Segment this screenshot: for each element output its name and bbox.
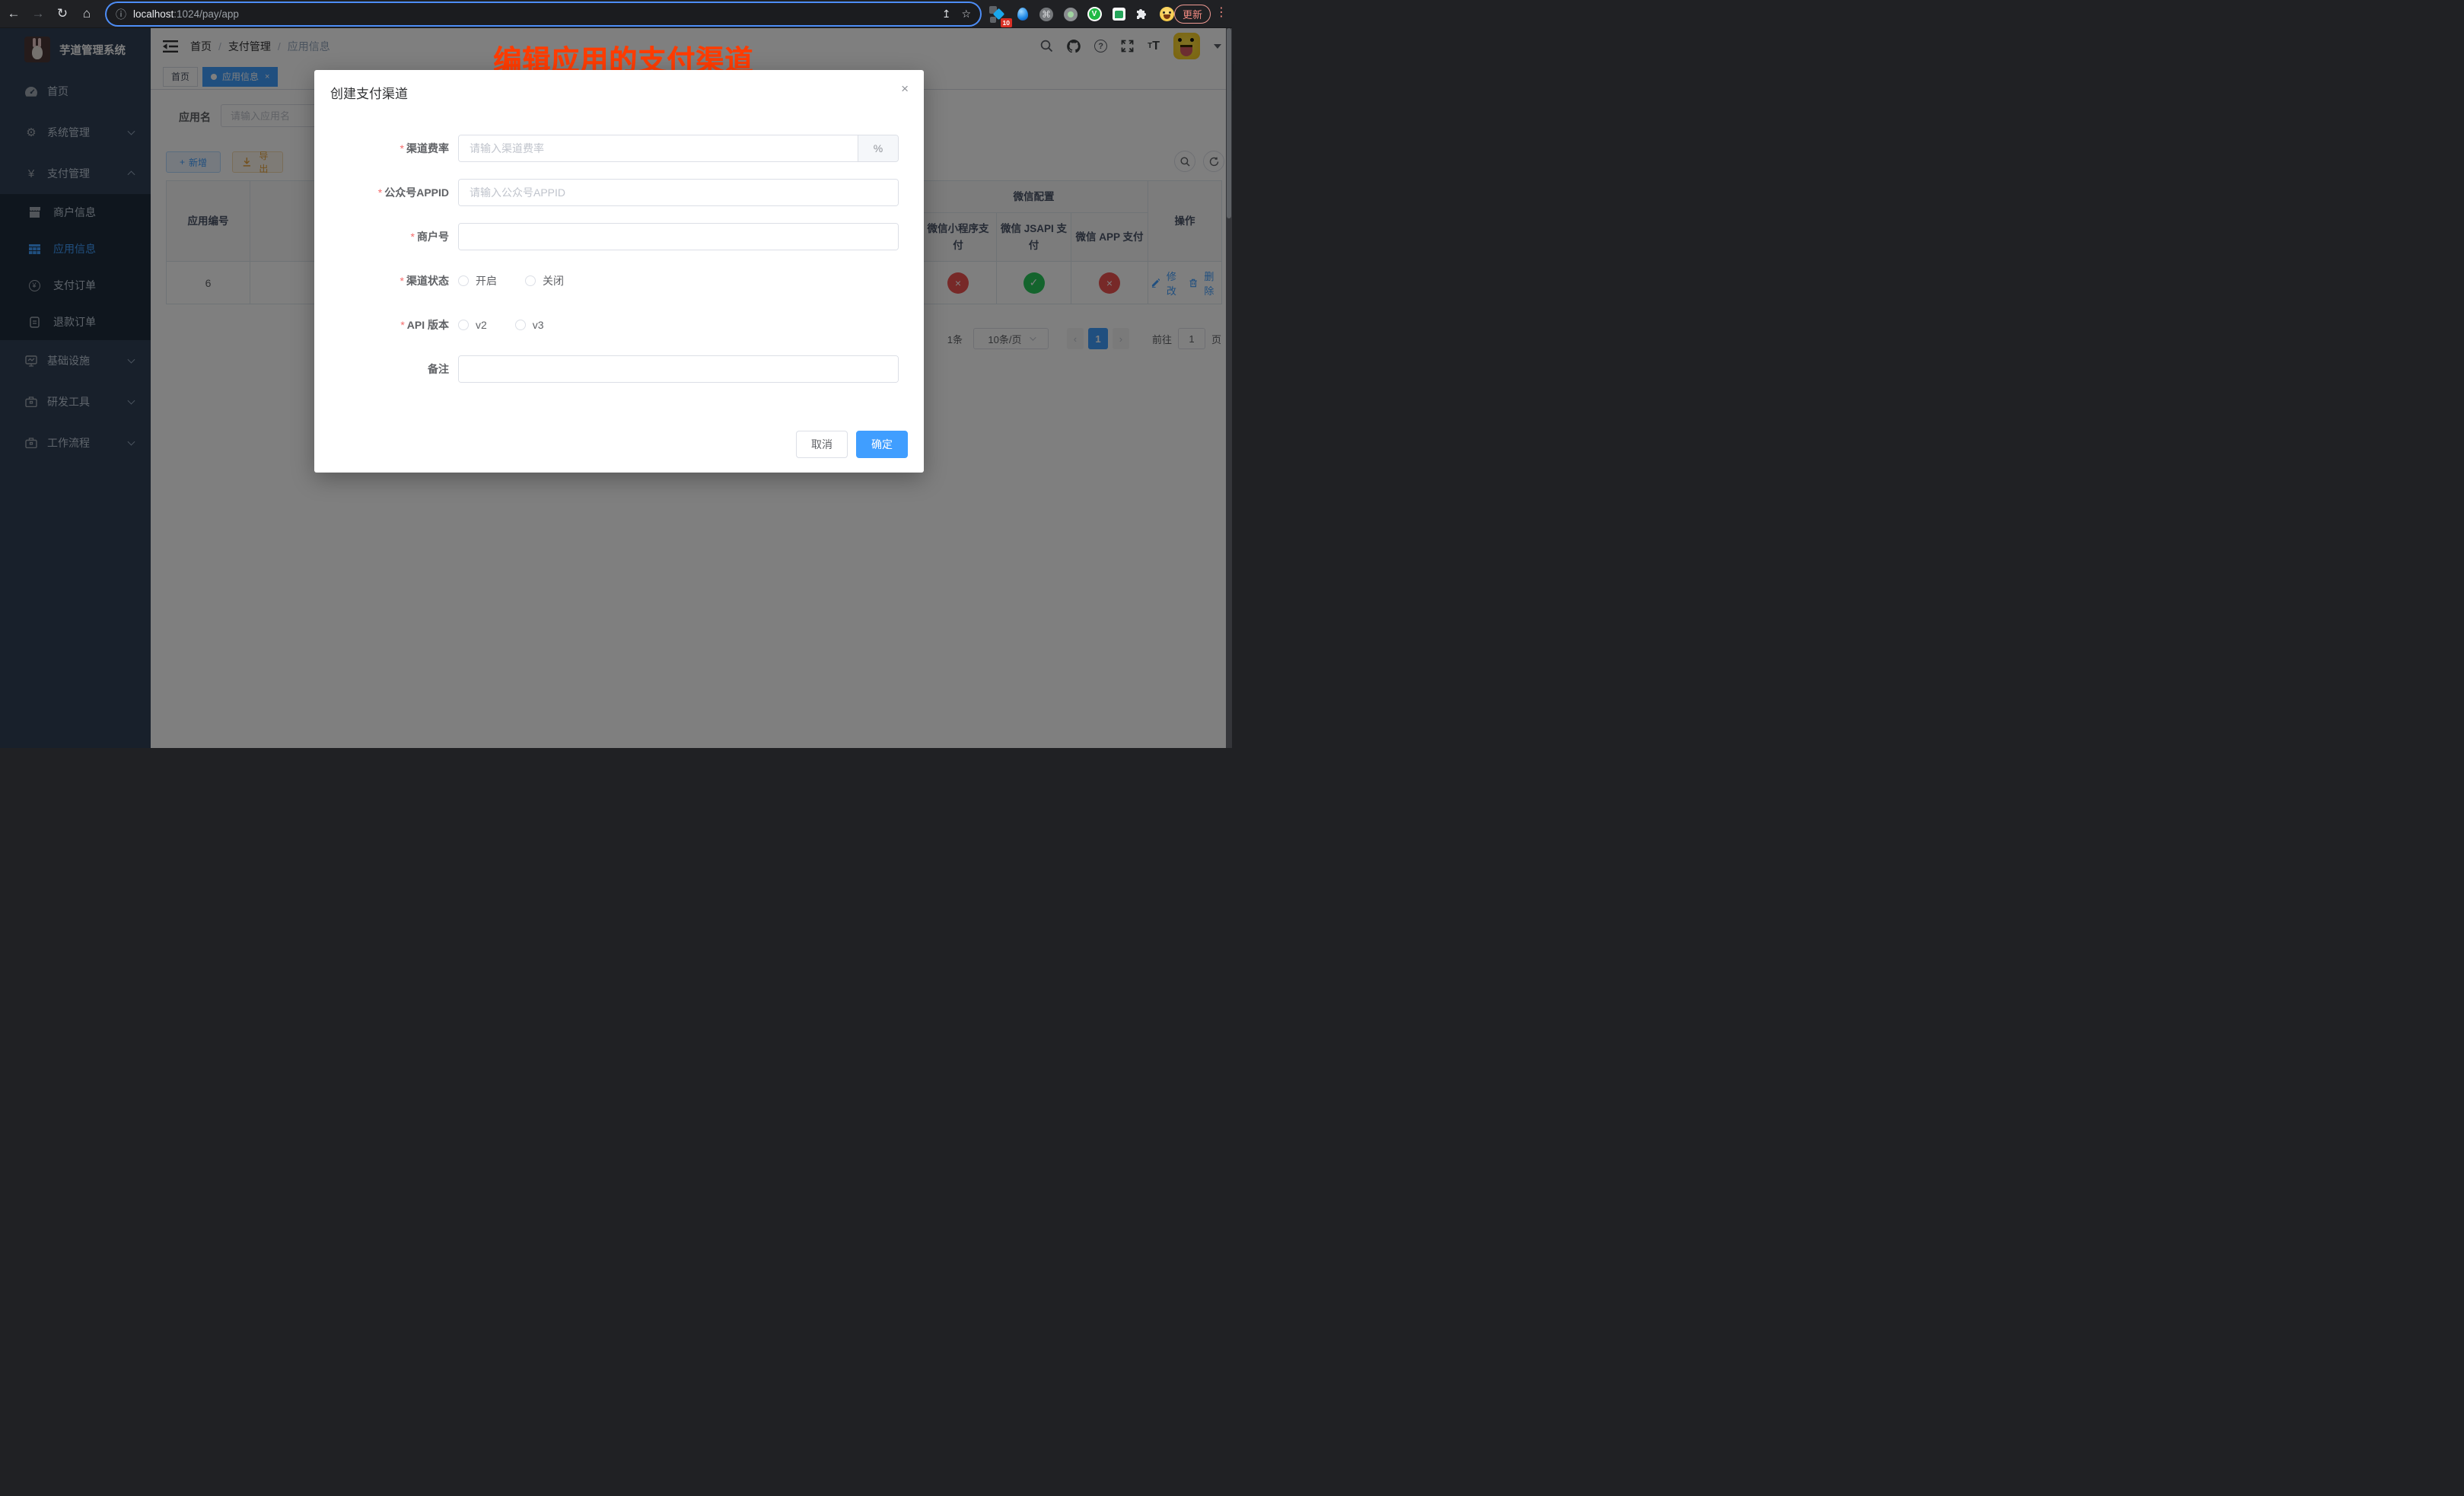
radio-api-v2[interactable]: v2 bbox=[458, 319, 487, 331]
emoji-face bbox=[1160, 7, 1174, 21]
share-icon[interactable]: ↥ bbox=[942, 8, 951, 21]
radio-status-open[interactable]: 开启 bbox=[458, 273, 497, 288]
required-asterisk: * bbox=[400, 142, 404, 154]
field-label: API 版本 bbox=[407, 319, 449, 331]
site-info-icon[interactable]: ⓘ bbox=[116, 7, 126, 22]
field-channel-status: *渠道状态 开启 关闭 bbox=[314, 267, 924, 294]
required-asterisk: * bbox=[378, 186, 382, 199]
confirm-button[interactable]: 确定 bbox=[856, 431, 908, 458]
percent-suffix: % bbox=[858, 135, 898, 161]
bookmark-star-icon[interactable]: ☆ bbox=[961, 8, 971, 21]
required-asterisk: * bbox=[400, 275, 404, 287]
dialog-footer: 取消 确定 bbox=[796, 431, 908, 458]
dot-shape bbox=[1064, 8, 1078, 21]
radio-circle-icon bbox=[525, 275, 536, 286]
field-merchant-id: *商户号 bbox=[314, 223, 924, 250]
field-label: 备注 bbox=[428, 363, 449, 375]
radio-api-v3[interactable]: v3 bbox=[515, 319, 544, 331]
channel-rate-input[interactable] bbox=[459, 135, 858, 161]
remark-input[interactable] bbox=[459, 356, 898, 382]
screen: ← → ↻ ⌂ ⓘ localhost :1024/pay/app ↥ ☆ 10… bbox=[0, 0, 1232, 748]
forward-icon[interactable]: → bbox=[27, 3, 49, 24]
radio-circle-icon bbox=[458, 320, 469, 330]
dialog-close-icon[interactable]: × bbox=[901, 81, 909, 97]
field-label: 渠道费率 bbox=[406, 142, 449, 154]
dialog-body: *渠道费率 % *公众号APPID *商户号 bbox=[314, 135, 924, 399]
extension-badge: 10 bbox=[1001, 18, 1012, 27]
required-asterisk: * bbox=[411, 231, 415, 243]
url-bar[interactable]: ⓘ localhost :1024/pay/app ↥ ☆ bbox=[107, 3, 980, 25]
app-page: 芋道管理系统 首页 ⚙ 系统管理 ¥ 支付管理 bbox=[0, 28, 1232, 748]
extension-chat-icon[interactable] bbox=[1108, 3, 1129, 25]
gem-shape bbox=[1017, 8, 1028, 21]
extension-sider-icon[interactable]: 10 bbox=[988, 3, 1009, 25]
chrome-menu-icon[interactable]: ⋮ bbox=[1215, 5, 1227, 20]
extension-gem-icon[interactable] bbox=[1012, 3, 1033, 25]
url-host: localhost bbox=[133, 8, 173, 20]
required-asterisk: * bbox=[400, 319, 404, 331]
field-label: 商户号 bbox=[417, 231, 449, 243]
radio-status-closed[interactable]: 关闭 bbox=[525, 273, 564, 288]
back-icon[interactable]: ← bbox=[3, 3, 24, 24]
home-icon[interactable]: ⌂ bbox=[76, 3, 97, 24]
url-path: :1024/pay/app bbox=[173, 8, 239, 20]
field-official-appid: *公众号APPID bbox=[314, 179, 924, 206]
create-pay-channel-dialog: 创建支付渠道 × *渠道费率 % *公众号APPID bbox=[314, 70, 924, 473]
merchant-id-input[interactable] bbox=[459, 224, 898, 250]
extension-vue-icon[interactable]: V bbox=[1084, 3, 1105, 25]
official-appid-input[interactable] bbox=[459, 180, 898, 205]
reload-icon[interactable]: ↻ bbox=[52, 3, 73, 24]
dialog-title: 创建支付渠道 bbox=[330, 83, 408, 102]
field-api-version: *API 版本 v2 v3 bbox=[314, 311, 924, 339]
command-glyph: ⌘ bbox=[1039, 8, 1053, 21]
radio-circle-icon bbox=[458, 275, 469, 286]
chrome-update-button[interactable]: 更新 bbox=[1174, 5, 1211, 24]
page-scrollbar[interactable] bbox=[1226, 28, 1232, 748]
chat-shape bbox=[1113, 8, 1125, 21]
extension-command-icon[interactable]: ⌘ bbox=[1036, 3, 1057, 25]
cancel-button[interactable]: 取消 bbox=[796, 431, 848, 458]
puzzle-glyph bbox=[1136, 8, 1148, 21]
field-label: 公众号APPID bbox=[384, 186, 449, 199]
field-channel-rate: *渠道费率 % bbox=[314, 135, 924, 162]
extensions-puzzle-icon[interactable] bbox=[1132, 3, 1153, 25]
field-remark: 备注 bbox=[314, 355, 924, 383]
vue-circle: V bbox=[1087, 7, 1102, 21]
ext-shape bbox=[990, 17, 996, 23]
scrollbar-thumb[interactable] bbox=[1227, 28, 1231, 218]
extension-dot-icon[interactable] bbox=[1060, 3, 1081, 25]
browser-chrome: ← → ↻ ⌂ ⓘ localhost :1024/pay/app ↥ ☆ 10… bbox=[0, 0, 1232, 28]
field-label: 渠道状态 bbox=[406, 275, 449, 287]
radio-circle-icon bbox=[515, 320, 526, 330]
